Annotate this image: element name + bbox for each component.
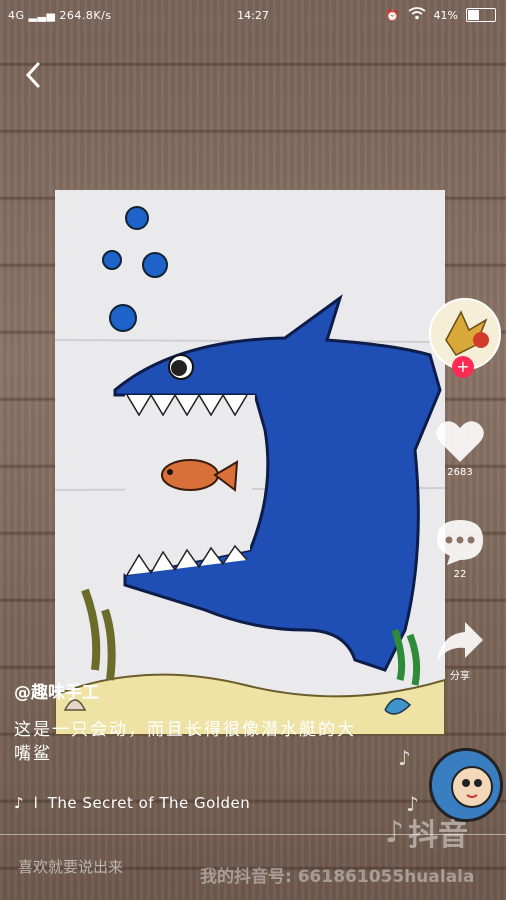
music-note-icon: ♪ [14,794,24,812]
share-arrow-icon [437,622,483,662]
follow-button[interactable]: + [452,356,474,378]
douyin-logo-icon: ♪ [385,814,405,850]
comment-action[interactable]: 22 [420,518,500,580]
music-title: The Secret of The Golden [47,794,251,812]
status-right: ⏰ 41% [386,7,496,23]
share-label: 分享 [450,671,470,682]
back-arrow-icon [25,62,40,88]
wifi-icon [408,7,426,23]
douyin-id-watermark: 我的抖音号: 661861055hualala [200,867,475,887]
music-prefix: l [33,794,38,812]
share-action[interactable]: 分享 [420,620,500,682]
heart-icon [436,421,484,462]
video-caption: 这是一只会动，而且长得很像潜水艇的大嘴鲨 [14,720,356,764]
likes-count: 2683 [447,467,473,478]
battery-percent: 41% [433,8,458,22]
floating-note-icon: ♪ [398,746,411,770]
alarm-icon: ⏰ [385,8,400,22]
status-bar: 4G ▂▃▅ 264.8K/s 14:27 ⏰ 41% [0,0,506,30]
back-button[interactable] [22,60,46,90]
comment-icon [437,520,483,565]
music-disc-icon [432,751,500,819]
watermark-text: 抖音 [408,818,469,853]
battery-fill [468,10,480,20]
author-name[interactable]: @趣味手工 [14,678,99,703]
comments-count: 22 [453,569,467,580]
like-action[interactable]: 2683 [420,418,500,478]
battery-icon [466,8,496,22]
music-bar[interactable]: ♪ l The Secret of The Golden [14,794,250,812]
shark-drawing [55,190,445,735]
divider [0,834,506,835]
douyin-watermark: ♪ 抖音 [385,810,468,854]
comment-input[interactable]: 喜欢就要说出来 [18,856,123,877]
